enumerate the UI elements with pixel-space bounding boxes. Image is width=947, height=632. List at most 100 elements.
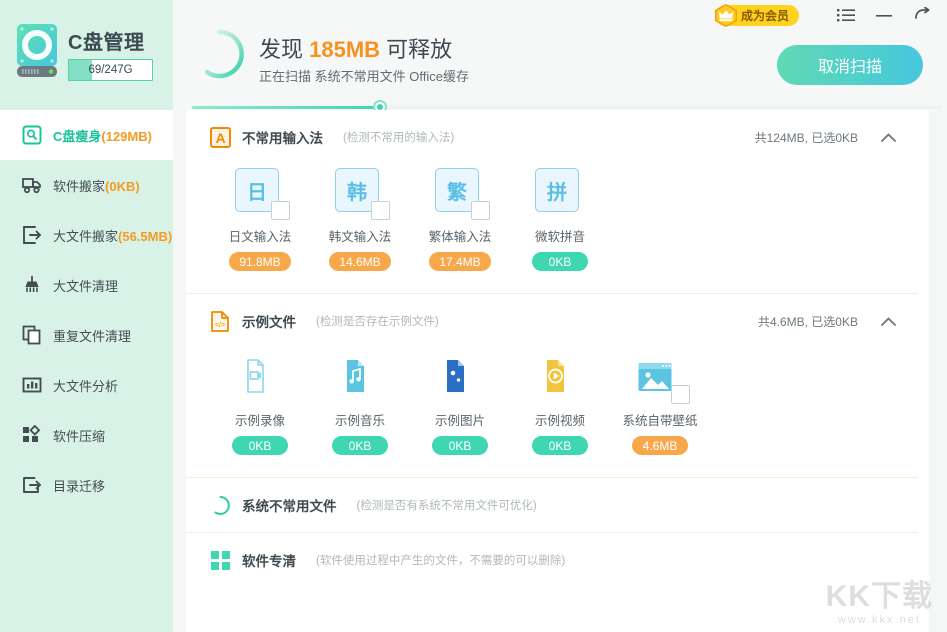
loading-spinner-icon [193, 28, 245, 80]
tile-label: 示例图片 [434, 414, 485, 428]
sidebar-nav: C盘瘦身(129MB) 软件搬家(0KB) 大文件搬家(56.5MB) 大文件清理重复… [0, 110, 173, 510]
tile-artwork [432, 352, 488, 402]
svg-text:A: A [215, 130, 225, 146]
sidebar-item-5[interactable]: 重复文件清理 [0, 310, 173, 360]
tile-label: 繁体输入法 [428, 230, 492, 244]
tile-checkbox[interactable] [671, 385, 690, 404]
topbar: 成为会员 发现 185MB 可释放 正在扫描 系统不常用文件 Office缓存 … [173, 0, 947, 114]
minimize-icon[interactable] [873, 4, 895, 26]
progress-fill [192, 106, 380, 109]
chevron-up-icon[interactable] [876, 125, 900, 149]
tile-label: 示例音乐 [334, 414, 385, 428]
scan-title-prefix: 发现 [259, 37, 310, 62]
tile-label: 韩文输入法 [328, 230, 392, 244]
result-tile[interactable]: 繁繁体输入法 17.4MB [410, 168, 510, 271]
hard-disk-icon [14, 22, 60, 80]
sidebar-item-3[interactable]: 大文件搬家(56.5MB) [0, 210, 173, 260]
sidebar-item-4[interactable]: 大文件清理 [0, 260, 173, 310]
result-section: A 不常用输入法 (检测不常用的输入法) 共124MB, 已选0KB 日日文输入法 91.… [186, 110, 918, 293]
tile-label: 日文输入法 [228, 230, 292, 244]
sidebar-item-2[interactable]: 软件搬家(0KB) [0, 160, 173, 210]
scan-subtitle: 正在扫描 系统不常用文件 Office缓存 [259, 69, 469, 84]
sidebar-item-label: 大文件分析 [53, 378, 119, 394]
file-export-icon [22, 225, 42, 245]
file-picture-icon [446, 359, 465, 399]
file-music-icon [346, 359, 365, 399]
disk-scan-icon [22, 125, 42, 145]
loading-circle-icon [210, 495, 231, 516]
tile-row: 示例录像 0KB 示例音乐 0KB 示例图片 0KB 示例视频 0KB 系统自带壁纸 4.6MB [186, 348, 918, 477]
result-tile[interactable]: 拼微软拼音 0KB [510, 168, 610, 271]
menu-list-icon[interactable] [835, 4, 857, 26]
section-header[interactable]: 软件专清 (软件使用过程中产生的文件，不需要的可以删除) [186, 533, 918, 587]
sidebar-item-size: (0KB) [105, 178, 140, 194]
tile-label: 示例视频 [534, 414, 585, 428]
result-tile[interactable]: 日日文输入法 91.8MB [210, 168, 310, 271]
section-description: (检测是否存在示例文件) [316, 316, 439, 328]
tile-artwork [232, 352, 288, 402]
sidebar-item-7[interactable]: 软件压缩 [0, 410, 173, 460]
tile-size-badge: 0KB [532, 252, 588, 271]
tile-checkbox[interactable] [471, 201, 490, 220]
section-header[interactable]: </> 示例文件 (检测是否存在示例文件) 共4.6MB, 已选0KB [186, 294, 918, 348]
result-tile[interactable]: 韩韩文输入法 14.6MB [310, 168, 410, 271]
tile-artwork: 日 [232, 168, 290, 220]
tile-artwork [532, 352, 588, 402]
tile-size-badge: 91.8MB [229, 252, 291, 271]
section-header[interactable]: A 不常用输入法 (检测不常用的输入法) 共124MB, 已选0KB [186, 110, 918, 164]
copy-files-icon [22, 325, 42, 345]
tile-size-badge: 17.4MB [429, 252, 491, 271]
result-tile[interactable]: 示例音乐 0KB [310, 352, 410, 455]
tile-checkbox[interactable] [271, 201, 290, 220]
truck-move-icon [22, 175, 42, 195]
tile-artwork [332, 352, 388, 402]
grid-squares-icon [22, 425, 42, 445]
tile-size-badge: 14.6MB [329, 252, 391, 271]
sidebar-item-8[interactable]: 目录迁移 [0, 460, 173, 510]
restore-back-icon[interactable] [911, 4, 933, 26]
become-member-button[interactable]: 成为会员 [713, 3, 799, 28]
wallpaper-icon [638, 361, 672, 398]
section-summary: 共124MB, 已选0KB [754, 130, 858, 145]
tile-label: 示例录像 [234, 414, 285, 428]
letter-a-icon: A [210, 126, 231, 148]
sidebar: C盘管理 69/247G C盘瘦身(129MB) 软件搬家(0KB) 大文件搬家(5… [0, 0, 173, 632]
input-method-tile-icon: 拼 [535, 168, 579, 212]
result-tile[interactable]: 示例图片 0KB [410, 352, 510, 455]
section-header[interactable]: 系统不常用文件 (检测是否有系统不常用文件可优化) [186, 478, 918, 532]
file-video-icon [546, 359, 565, 399]
section-description: (软件使用过程中产生的文件，不需要的可以删除) [316, 555, 566, 567]
tile-checkbox[interactable] [371, 201, 390, 220]
scan-headline: 发现 185MB 可释放 [259, 32, 452, 64]
tile-size-badge: 4.6MB [632, 436, 688, 455]
sidebar-item-label: 软件搬家(0KB) [53, 178, 140, 194]
chevron-up-icon[interactable] [876, 309, 900, 333]
folder-export-icon [22, 475, 42, 495]
result-tile[interactable]: 示例录像 0KB [210, 352, 310, 455]
brand-title: C盘管理 [68, 32, 145, 54]
tile-size-badge: 0KB [532, 436, 588, 455]
svg-text:</>: </> [215, 322, 225, 329]
result-tile[interactable]: 系统自带壁纸 4.6MB [610, 352, 710, 455]
scan-title-suffix: 可释放 [380, 37, 453, 62]
scan-results-list: A 不常用输入法 (检测不常用的输入法) 共124MB, 已选0KB 日日文输入法 91.… [186, 110, 918, 632]
sidebar-item-1[interactable]: C盘瘦身(129MB) [0, 110, 173, 160]
tile-artwork: 拼 [532, 168, 588, 218]
tile-label: 系统自带壁纸 [622, 414, 698, 428]
result-section: </> 示例文件 (检测是否存在示例文件) 共4.6MB, 已选0KB 示例录像 0KB 示… [186, 293, 918, 477]
window-controls [835, 4, 933, 26]
sidebar-item-label: 软件压缩 [53, 428, 106, 444]
sidebar-item-label: 重复文件清理 [53, 328, 132, 344]
cancel-scan-button[interactable]: 取消扫描 [777, 45, 923, 85]
tile-row: 日日文输入法 91.8MB 韩韩文输入法 14.6MB 繁繁体输入法 17.4MB 拼微软拼… [186, 164, 918, 293]
result-section: 系统不常用文件 (检测是否有系统不常用文件可优化) [186, 477, 918, 532]
section-title: 系统不常用文件 [242, 499, 337, 514]
capacity-bar: 69/247G [68, 59, 153, 81]
sidebar-header: C盘管理 69/247G [0, 0, 173, 110]
file-camera-icon [246, 359, 265, 399]
result-tile[interactable]: 示例视频 0KB [510, 352, 610, 455]
tile-artwork [632, 352, 690, 404]
crown-icon [713, 3, 739, 28]
content-scrollbar[interactable] [918, 110, 929, 632]
sidebar-item-6[interactable]: 大文件分析 [0, 360, 173, 410]
